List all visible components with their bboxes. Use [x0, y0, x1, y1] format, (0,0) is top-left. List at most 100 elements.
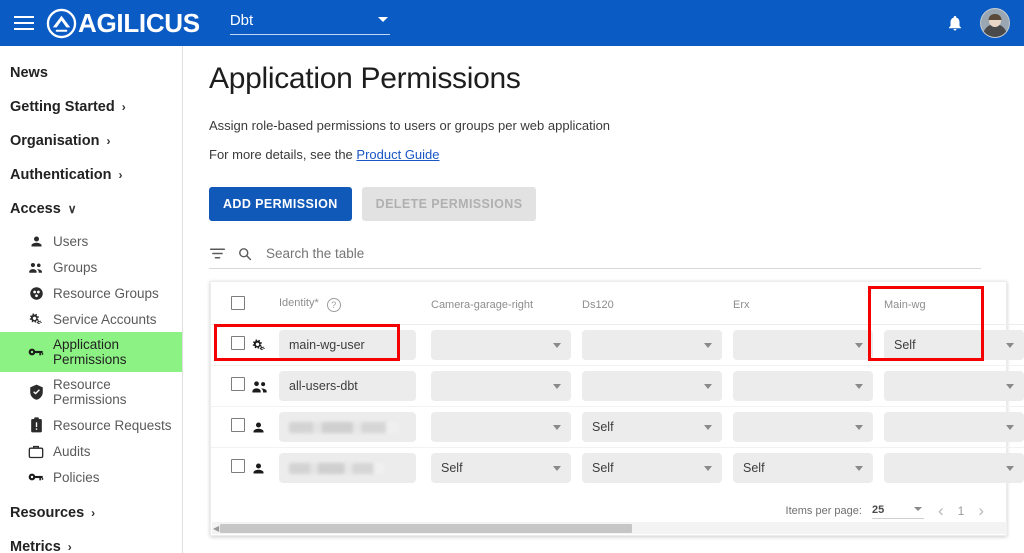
camera-garage-right-select[interactable] [431, 412, 571, 442]
chevron-down-icon [704, 384, 712, 389]
help-circle-icon[interactable]: ? [326, 298, 341, 312]
main-wg-column-header[interactable]: Main-wg [884, 282, 1024, 325]
sidebar-item-access[interactable]: Access ∨ [0, 192, 182, 226]
table-row[interactable]: Self Self Self [211, 448, 1024, 489]
identity-field-redacted[interactable] [279, 412, 416, 442]
items-per-page-select[interactable]: 25 [871, 504, 924, 519]
sidebar-item-authentication[interactable]: Authentication › [0, 158, 182, 192]
bell-icon[interactable] [946, 13, 964, 33]
camera-garage-right-select[interactable]: Self [431, 453, 571, 483]
row-checkbox[interactable] [231, 376, 245, 391]
brand-logo[interactable]: AGILICUS [46, 8, 200, 39]
sidebar-access-children: Users Groups Resource Groups Service Acc… [0, 228, 182, 490]
erx-select[interactable] [733, 371, 873, 401]
hamburger-menu-icon[interactable] [10, 16, 40, 30]
table-header-row: Identity* ? Camera-garage-right Ds120 Er… [211, 282, 1024, 325]
select-all-checkbox[interactable] [231, 296, 245, 310]
table-paginator: Items per page: 25 ‹ 1 › [786, 501, 998, 521]
clipboard-alert-icon [28, 417, 44, 433]
sidebar-item-resources[interactable]: Resources › [0, 496, 182, 530]
sidebar-item-label: Authentication [10, 167, 112, 183]
camera-garage-right-select[interactable] [431, 371, 571, 401]
main-wg-cell [884, 406, 1024, 448]
sidebar-item-resource-groups[interactable]: Resource Groups [0, 280, 182, 306]
table-row[interactable]: main-wg-user Self [211, 324, 1024, 366]
ds120-select[interactable]: Self [582, 412, 722, 442]
sidebar-item-policies[interactable]: Policies [0, 464, 182, 490]
previous-page-button[interactable]: ‹ [924, 501, 958, 521]
ds120-column-header[interactable]: Ds120 [582, 282, 733, 325]
delete-permissions-button[interactable]: DELETE PERMISSIONS [361, 187, 537, 221]
identity-field[interactable]: main-wg-user [279, 330, 416, 360]
sidebar-item-label: Policies [53, 469, 100, 485]
horizontal-scrollbar[interactable]: ◀ [212, 522, 1007, 534]
chevron-down-icon [704, 425, 712, 430]
main-wg-select[interactable] [884, 453, 1024, 483]
identity-field[interactable]: all-users-dbt [279, 371, 416, 401]
next-page-button[interactable]: › [964, 501, 998, 521]
filter-list-icon[interactable] [209, 247, 226, 260]
select-value: Self [441, 461, 463, 475]
items-per-page-label: Items per page: [785, 505, 862, 517]
camera-garage-right-cell [431, 406, 582, 448]
sidebar-item-news[interactable]: News [0, 56, 182, 90]
sidebar-item-resource-permissions[interactable]: Resource Permissions [0, 372, 182, 412]
erx-cell: Self [733, 448, 884, 489]
ds120-select[interactable]: Self [582, 453, 722, 483]
sidebar-item-groups[interactable]: Groups [0, 254, 182, 280]
scroll-left-arrow-icon[interactable]: ◀ [213, 524, 219, 533]
sidebar-item-label: Audits [53, 443, 91, 459]
sidebar-item-getting-started[interactable]: Getting Started › [0, 90, 182, 124]
sidebar-item-organisation[interactable]: Organisation › [0, 124, 182, 158]
agilicus-logo-icon [46, 8, 77, 39]
sidebar-item-application-permissions[interactable]: Application Permissions [0, 332, 182, 372]
sidebar-item-label: Application Permissions [53, 337, 127, 367]
table-row[interactable]: all-users-dbt [211, 365, 1024, 407]
scrollbar-thumb[interactable] [220, 523, 633, 533]
ds120-select[interactable] [582, 330, 722, 360]
chevron-down-icon [1006, 343, 1014, 348]
row-checkbox[interactable] [231, 417, 245, 432]
row-checkbox[interactable] [231, 458, 245, 473]
erx-cell [733, 406, 884, 448]
chevron-down-icon [553, 425, 561, 430]
organisation-selector[interactable]: Dbt [229, 12, 390, 35]
main-content: Application Permissions Assign role-base… [183, 46, 1024, 553]
identity-column-header[interactable]: Identity* ? [279, 282, 431, 325]
sidebar-item-label: Resource Permissions [53, 377, 127, 407]
chevron-down-icon [1006, 425, 1014, 430]
sidebar-item-resource-requests[interactable]: Resource Requests [0, 412, 182, 438]
identity-type-header [251, 282, 279, 325]
sidebar-item-metrics[interactable]: Metrics › [0, 530, 182, 553]
chevron-down-icon [1006, 384, 1014, 389]
add-permission-button[interactable]: ADD PERMISSION [209, 187, 352, 221]
sidebar-item-users[interactable]: Users [0, 228, 182, 254]
product-guide-link[interactable]: Product Guide [356, 147, 439, 162]
chevron-down-icon [855, 384, 863, 389]
ds120-select[interactable] [582, 371, 722, 401]
sidebar-item-service-accounts[interactable]: Service Accounts [0, 306, 182, 332]
page-details-line: For more details, see the Product Guide [209, 147, 1024, 162]
person-icon [251, 420, 279, 435]
table-row[interactable]: Self [211, 406, 1024, 448]
search-input[interactable] [264, 245, 904, 262]
erx-select[interactable] [733, 330, 873, 360]
erx-select[interactable]: Self [733, 453, 873, 483]
erx-select[interactable] [733, 412, 873, 442]
camera-garage-right-column-header[interactable]: Camera-garage-right [431, 282, 582, 325]
erx-column-header[interactable]: Erx [733, 282, 884, 325]
ds120-cell: Self [582, 448, 733, 489]
identity-field-redacted[interactable] [279, 453, 416, 483]
row-checkbox[interactable] [231, 335, 245, 350]
main-wg-select[interactable] [884, 371, 1024, 401]
chevron-down-icon [704, 466, 712, 471]
select-all-header [211, 282, 251, 325]
camera-garage-right-select[interactable] [431, 330, 571, 360]
sidebar-item-audits[interactable]: Audits [0, 438, 182, 464]
main-wg-select[interactable] [884, 412, 1024, 442]
sidebar-item-label: Access [10, 201, 61, 217]
camera-garage-right-cell [431, 324, 582, 366]
user-avatar[interactable] [980, 8, 1010, 38]
row-select-cell [211, 448, 251, 489]
main-wg-select[interactable]: Self [884, 330, 1024, 360]
